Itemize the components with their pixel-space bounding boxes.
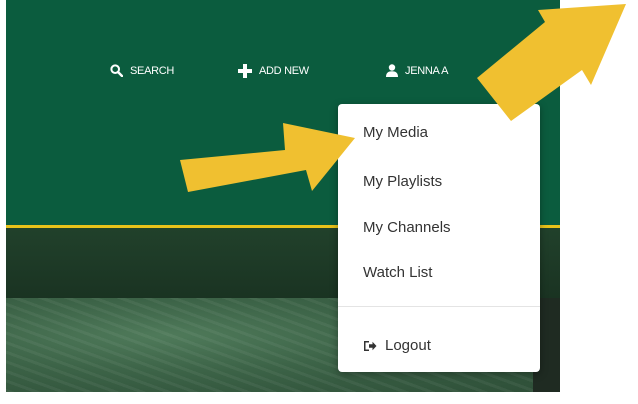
add-new-button[interactable]: ADD NEW xyxy=(238,64,309,78)
user-icon xyxy=(386,64,398,77)
top-navigation: SEARCH ADD NEW JENNA A xyxy=(6,64,560,84)
menu-item-watch-list[interactable]: Watch List xyxy=(363,264,432,281)
menu-item-my-media[interactable]: My Media xyxy=(363,124,428,141)
menu-item-my-playlists[interactable]: My Playlists xyxy=(363,173,442,190)
menu-item-logout[interactable]: Logout xyxy=(363,337,431,354)
logout-icon xyxy=(363,340,377,352)
menu-divider xyxy=(338,306,540,307)
search-icon xyxy=(110,64,123,77)
plus-icon xyxy=(238,64,252,78)
app-window: SEARCH ADD NEW JENNA A My Media My Playl… xyxy=(6,0,560,392)
menu-item-my-channels[interactable]: My Channels xyxy=(363,219,451,236)
user-name: JENNA A xyxy=(405,64,449,77)
logout-label: Logout xyxy=(385,337,431,354)
user-dropdown-menu: My Media My Playlists My Channels Watch … xyxy=(338,104,540,372)
search-label: SEARCH xyxy=(130,64,175,77)
add-new-label: ADD NEW xyxy=(259,65,309,77)
user-menu-toggle[interactable]: JENNA A xyxy=(386,64,448,77)
search-button[interactable]: SEARCH xyxy=(110,64,174,77)
screenshot-stage: SEARCH ADD NEW JENNA A My Media My Playl… xyxy=(0,0,638,404)
